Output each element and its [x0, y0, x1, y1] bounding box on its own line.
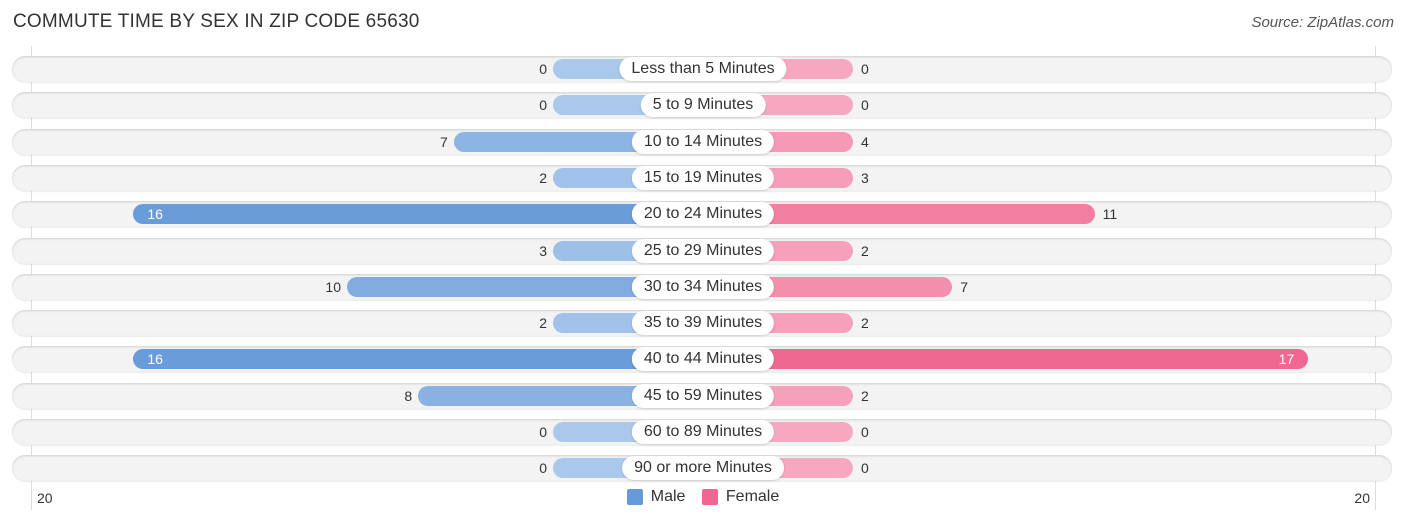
category-label: 90 or more Minutes: [622, 456, 784, 481]
category-label: 45 to 59 Minutes: [631, 383, 775, 408]
value-label-male: 3: [539, 242, 547, 259]
value-label-male: 16: [147, 206, 163, 223]
bar-male[interactable]: [133, 204, 703, 225]
value-label-female: 4: [861, 133, 869, 150]
legend-swatch-male: [626, 489, 643, 505]
value-label-female: 0: [861, 424, 869, 440]
value-label-male: 0: [539, 424, 547, 440]
category-label: Less than 5 Minutes: [619, 57, 787, 81]
legend-swatch-female: [701, 489, 718, 505]
value-label-male: 7: [440, 133, 448, 150]
chart-title: COMMUTE TIME BY SEX IN ZIP CODE 65630: [13, 11, 420, 32]
category-label: 5 to 9 Minutes: [640, 93, 766, 118]
value-label-female: 0: [861, 61, 869, 77]
category-label: 35 to 39 Minutes: [631, 311, 775, 336]
category-label: 40 to 44 Minutes: [631, 347, 775, 372]
value-label-male: 0: [539, 97, 547, 114]
value-label-male: 2: [539, 315, 547, 332]
legend-label-male: Male: [650, 488, 686, 505]
value-label-female: 17: [1278, 351, 1295, 368]
legend-item-male[interactable]: Male: [626, 488, 686, 506]
category-label: 20 to 24 Minutes: [631, 202, 775, 227]
category-label: 60 to 89 Minutes: [631, 420, 775, 444]
value-label-female: 2: [861, 315, 869, 332]
value-label-male: 10: [325, 278, 341, 295]
category-label: 25 to 29 Minutes: [631, 238, 775, 263]
value-label-male: 16: [147, 351, 163, 368]
value-label-female: 7: [960, 278, 968, 295]
legend: Male Female: [0, 488, 1406, 510]
value-label-male: 8: [404, 387, 413, 404]
category-label: 15 to 19 Minutes: [631, 165, 775, 190]
source-label: Source: ZipAtlas.com: [1251, 14, 1394, 31]
value-label-female: 0: [861, 97, 869, 114]
bar-female[interactable]: [703, 349, 1309, 370]
value-label-male: 0: [539, 61, 547, 77]
value-label-male: 2: [539, 169, 547, 186]
value-label-female: 2: [861, 387, 869, 404]
category-label: 30 to 34 Minutes: [631, 274, 775, 299]
bar-male[interactable]: [133, 349, 703, 370]
value-label-female: 0: [861, 460, 869, 477]
value-label-female: 2: [861, 242, 869, 259]
value-label-male: 0: [539, 460, 547, 477]
category-label: 10 to 14 Minutes: [631, 129, 775, 154]
value-label-female: 3: [861, 169, 869, 186]
value-label-female: 11: [1102, 206, 1118, 223]
legend-item-female[interactable]: Female: [701, 488, 780, 506]
legend-label-female: Female: [725, 488, 780, 505]
